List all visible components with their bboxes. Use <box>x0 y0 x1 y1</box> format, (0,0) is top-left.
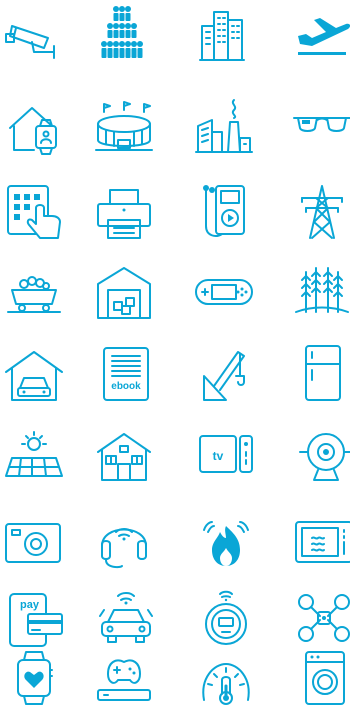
warehouse-icon <box>94 262 154 322</box>
fire-alarm-icon <box>196 510 256 570</box>
ebook-reader-icon: ebook <box>96 344 156 404</box>
factory-icon <box>194 96 254 156</box>
connected-car-icon <box>96 588 156 648</box>
thermometer-gauge-icon <box>196 650 256 710</box>
solar-panel-icon <box>4 430 64 490</box>
wheat-field-icon <box>292 262 350 322</box>
crowd-population-icon <box>92 4 152 64</box>
house-icon <box>94 428 154 488</box>
smart-home-watch-icon <box>4 98 64 158</box>
tv-label: tv <box>213 449 224 463</box>
drone-icon <box>294 588 350 648</box>
microwave-icon <box>294 512 350 572</box>
printer-icon <box>94 184 154 244</box>
power-tower-icon <box>292 182 350 242</box>
crane-icon <box>196 346 256 406</box>
security-camera-icon <box>2 8 62 68</box>
media-player-icon <box>196 182 256 242</box>
robot-vacuum-icon <box>196 588 256 648</box>
camera-icon <box>4 512 64 572</box>
game-console-icon <box>94 648 154 708</box>
smart-glasses-icon <box>292 98 350 158</box>
handheld-console-icon <box>194 262 254 322</box>
airplane-takeoff-icon <box>292 8 350 68</box>
icon-grid: ebook tv pay <box>0 0 350 709</box>
washing-machine-icon <box>296 648 350 708</box>
webcam-icon <box>296 428 350 488</box>
smartwatch-heart-icon <box>4 648 64 708</box>
city-buildings-icon <box>192 6 252 66</box>
tablet-touch-icon <box>4 182 64 242</box>
mining-cart-icon <box>4 264 64 324</box>
tv-box-icon: tv <box>196 428 256 488</box>
headset-icon <box>94 510 154 570</box>
mobile-payment-icon: pay <box>6 590 66 650</box>
refrigerator-icon <box>294 344 350 404</box>
ebook-label: ebook <box>111 381 141 392</box>
pay-label: pay <box>20 599 40 611</box>
garage-car-icon <box>4 346 64 406</box>
stadium-icon <box>94 100 154 160</box>
